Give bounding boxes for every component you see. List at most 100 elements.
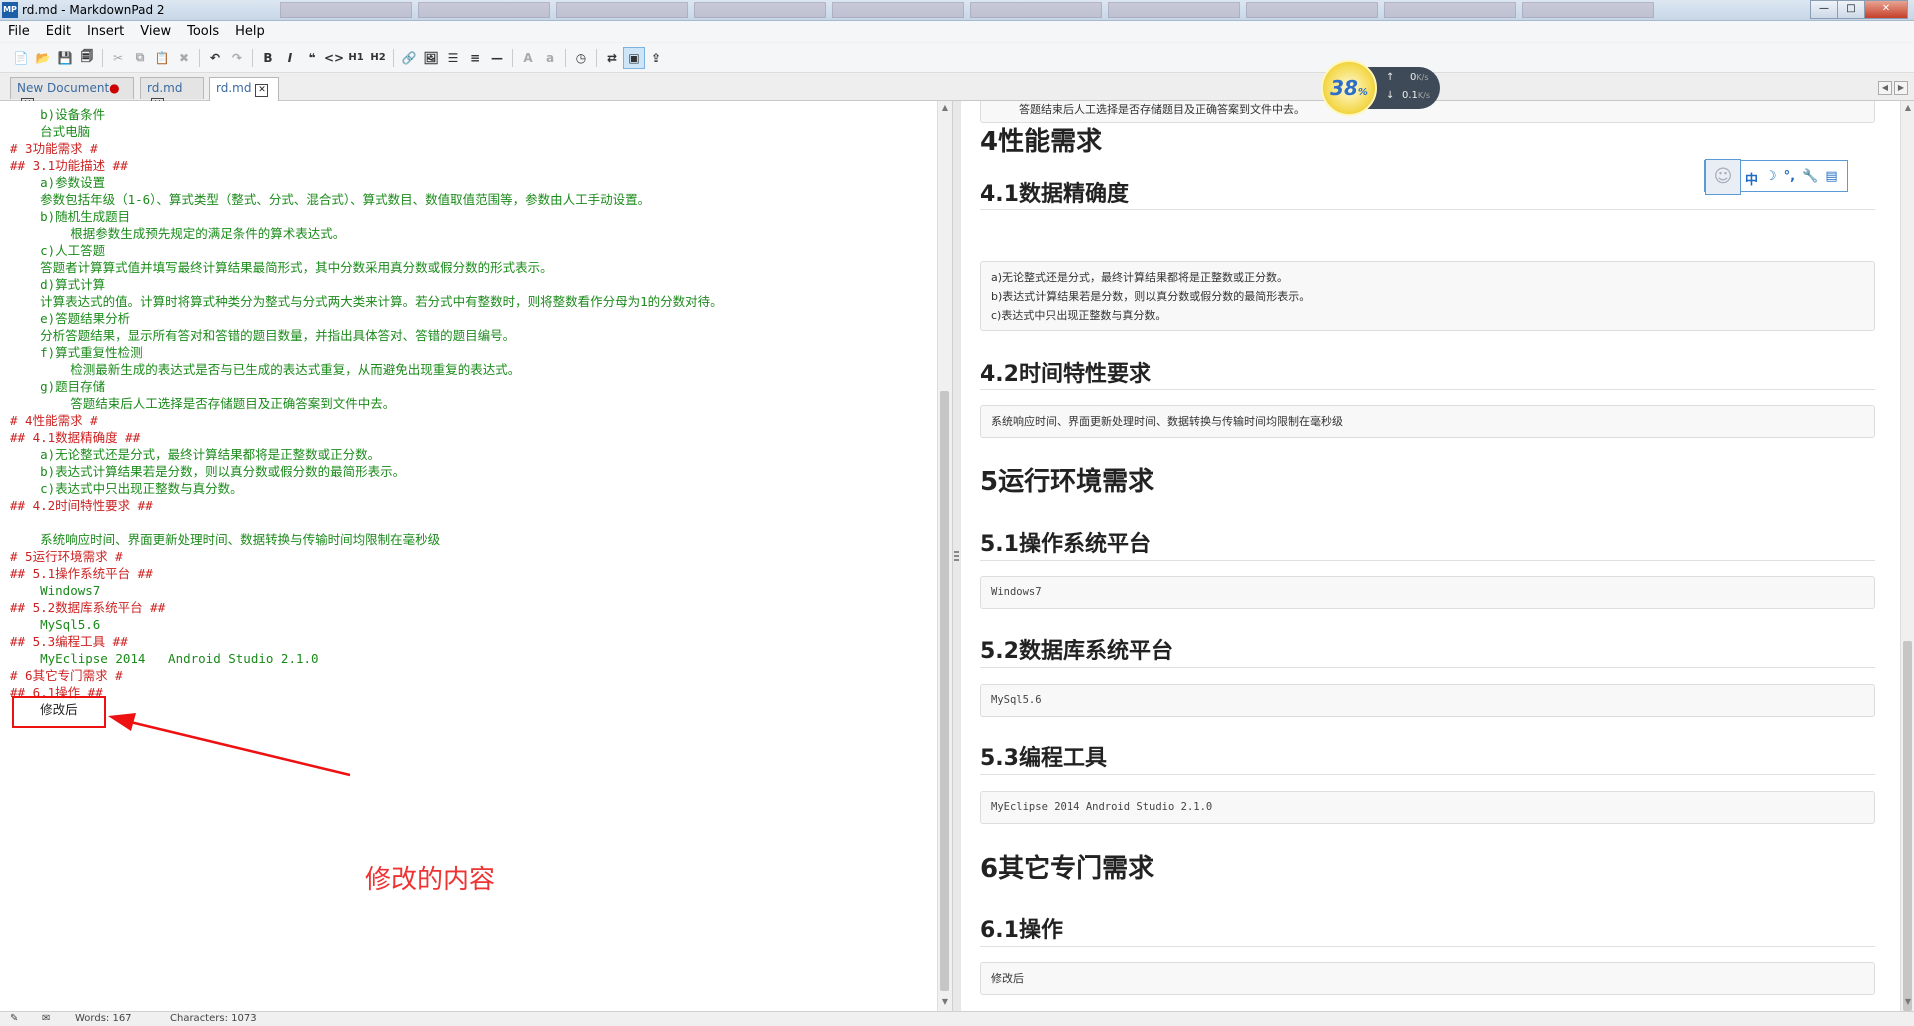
ime-halfwidth-icon[interactable]: ☽ — [1765, 169, 1777, 188]
menu-tools[interactable]: Tools — [179, 24, 227, 39]
preview-h1: 5运行环境需求 — [980, 467, 1155, 497]
export-icon[interactable]: ⇪ — [645, 47, 667, 69]
menu-file[interactable]: File — [0, 24, 38, 39]
tab-new-document[interactable]: New Document●✕ — [10, 77, 134, 111]
annotation-highlight-box — [12, 696, 106, 728]
character-count: Characters: 1073 — [170, 1013, 257, 1024]
app-logo-icon: MP — [2, 2, 18, 18]
save-icon[interactable]: 💾 — [54, 47, 76, 69]
upload-speed: 0K/s — [1410, 72, 1429, 83]
ordered-list-icon[interactable]: ≡ — [464, 47, 486, 69]
memory-usage-badge[interactable]: 38% — [1321, 60, 1377, 116]
timestamp-icon[interactable]: ◷ — [570, 47, 592, 69]
tab-rd-md[interactable]: rd.md✕ — [140, 77, 204, 111]
annotation-label: 修改的内容 — [365, 865, 496, 895]
scroll-up-icon[interactable]: ▲ — [1901, 103, 1914, 115]
ime-settings-icon[interactable]: 🔧 — [1802, 169, 1818, 188]
download-speed: 0.1K/s — [1402, 90, 1431, 101]
ime-toolbar[interactable]: ☺ 中 ☽ °, 🔧 ▤ — [1704, 159, 1848, 195]
preview-h2: 5.1操作系统平台 — [980, 532, 1151, 557]
preview-block-line: a)无论整式还是分式，最终计算结果都将是正整数或正分数。 — [991, 271, 1289, 284]
menu-bar: File Edit Insert View Tools Help — [0, 21, 1914, 42]
preview-h2: 5.3编程工具 — [980, 746, 1107, 771]
editor-scrollbar[interactable]: ▲ ▼ — [937, 101, 952, 1011]
tab-bar: New Document●✕ rd.md✕ rd.md✕ ◀ ▶ — [0, 74, 1914, 111]
unordered-list-icon[interactable]: ☰ — [442, 47, 464, 69]
link-icon[interactable]: 🔗 — [398, 47, 420, 69]
editor-scrollbar-thumb[interactable] — [940, 391, 949, 991]
tab-scroll-right-icon[interactable]: ▶ — [1894, 81, 1908, 95]
tab-rd-md-active[interactable]: rd.md ✕ — [209, 77, 279, 101]
tab-scroll-left-icon[interactable]: ◀ — [1878, 81, 1892, 95]
download-arrow-icon: ↓ — [1386, 90, 1395, 101]
status-bar: ✎ ✉ Words: 167 Characters: 1073 — [0, 1011, 1914, 1026]
preview-h2: 4.2时间特性要求 — [980, 362, 1151, 387]
preview-scrollbar[interactable]: ▲ ▼ — [1900, 101, 1914, 1011]
preview-code-block: Windows7 — [980, 576, 1875, 609]
preview-code-block: 修改后 — [980, 962, 1875, 995]
close-button[interactable]: ✕ — [1864, 0, 1908, 19]
delete-icon[interactable]: ✖ — [173, 47, 195, 69]
italic-icon[interactable]: I — [279, 47, 301, 69]
scroll-up-icon[interactable]: ▲ — [938, 103, 952, 115]
menu-help[interactable]: Help — [227, 24, 273, 39]
preview-h1: 4性能需求 — [980, 127, 1103, 157]
scroll-down-icon[interactable]: ▼ — [938, 997, 952, 1009]
status-icon[interactable]: ✎ — [10, 1013, 18, 1024]
preview-code-block: a)无论整式还是分式，最终计算结果都将是正整数或正分数。 b)表达式计算结果若是… — [980, 261, 1875, 331]
background-taskbar-strip — [280, 2, 1780, 18]
tab-label: rd.md — [216, 81, 252, 95]
tab-label: New Document — [17, 81, 110, 95]
ime-toolbox-icon[interactable]: ▤ — [1825, 169, 1837, 188]
lowercase-icon[interactable]: a — [539, 47, 561, 69]
minimize-button[interactable]: — — [1810, 0, 1838, 19]
preview-code-block: 系统响应时间、界面更新处理时间、数据转换与传输时间均限制在毫秒级 — [980, 405, 1875, 438]
copy-icon[interactable]: ⧉ — [129, 47, 151, 69]
modified-dot-icon: ● — [109, 81, 120, 95]
uppercase-icon[interactable]: A — [517, 47, 539, 69]
new-document-icon[interactable]: 📄 — [10, 47, 32, 69]
window-title: rd.md - MarkdownPad 2 — [22, 3, 165, 17]
bold-icon[interactable]: B — [257, 47, 279, 69]
maximize-button[interactable]: □ — [1837, 0, 1865, 19]
preview-block-line: b)表达式计算结果若是分数，则以真分数或假分数的最简形表示。 — [991, 290, 1311, 303]
cut-icon[interactable]: ✂ — [107, 47, 129, 69]
ime-avatar-icon[interactable]: ☺ — [1705, 159, 1741, 195]
split-view-icon[interactable]: ▣ — [623, 46, 645, 69]
ime-chinese-mode-icon[interactable]: 中 — [1745, 169, 1758, 188]
status-icon[interactable]: ✉ — [42, 1013, 50, 1024]
redo-icon[interactable]: ↷ — [226, 47, 248, 69]
preview-h2: 6.1操作 — [980, 918, 1063, 943]
preview-scrollbar-thumb[interactable] — [1903, 641, 1912, 1011]
markdown-editor[interactable]: b)设备条件 台式电脑 # 3功能需求 # ## 3.1功能描述 ## a)参数设置… — [0, 101, 937, 1011]
tab-close-icon[interactable]: ✕ — [255, 84, 269, 97]
preview-h1: 6其它专门需求 — [980, 854, 1155, 884]
horizontal-rule-icon[interactable]: — — [486, 47, 508, 69]
live-preview-icon[interactable]: ⇄ — [601, 47, 623, 69]
image-icon[interactable]: 🖼 — [420, 47, 442, 69]
menu-edit[interactable]: Edit — [38, 24, 79, 39]
toolbar: 📄 📂 💾 🗐 ✂ ⧉ 📋 ✖ ↶ ↷ B I ❝ <> H1 H2 🔗 🖼 ☰… — [0, 43, 1914, 73]
paste-icon[interactable]: 📋 — [151, 47, 173, 69]
undo-icon[interactable]: ↶ — [204, 47, 226, 69]
preview-code-block: MySql5.6 — [980, 684, 1875, 717]
markdown-preview: 答题结束后人工选择是否存储题目及正确答案到文件中去。 4性能需求 4.1数据精确… — [961, 101, 1900, 1011]
heading2-icon[interactable]: H2 — [367, 47, 389, 69]
scroll-down-icon[interactable]: ▼ — [1901, 997, 1914, 1009]
preview-h2: 5.2数据库系统平台 — [980, 639, 1173, 664]
preview-code-block: MyEclipse 2014 Android Studio 2.1.0 — [980, 791, 1875, 824]
menu-insert[interactable]: Insert — [79, 24, 132, 39]
word-count: Words: 167 — [75, 1013, 132, 1024]
tab-label: rd.md — [147, 81, 183, 95]
upload-arrow-icon: ↑ — [1386, 72, 1395, 83]
heading1-icon[interactable]: H1 — [345, 47, 367, 69]
code-icon[interactable]: <> — [323, 47, 345, 69]
ime-punctuation-icon[interactable]: °, — [1784, 169, 1795, 188]
quote-icon[interactable]: ❝ — [301, 47, 323, 69]
title-bar: MP rd.md - MarkdownPad 2 — □ ✕ — [0, 0, 1914, 21]
preview-h2: 4.1数据精确度 — [980, 182, 1129, 207]
preview-block-line: c)表达式中只出现正整数与真分数。 — [991, 309, 1167, 322]
save-all-icon[interactable]: 🗐 — [76, 47, 98, 69]
open-icon[interactable]: 📂 — [32, 47, 54, 69]
menu-view[interactable]: View — [132, 24, 179, 39]
